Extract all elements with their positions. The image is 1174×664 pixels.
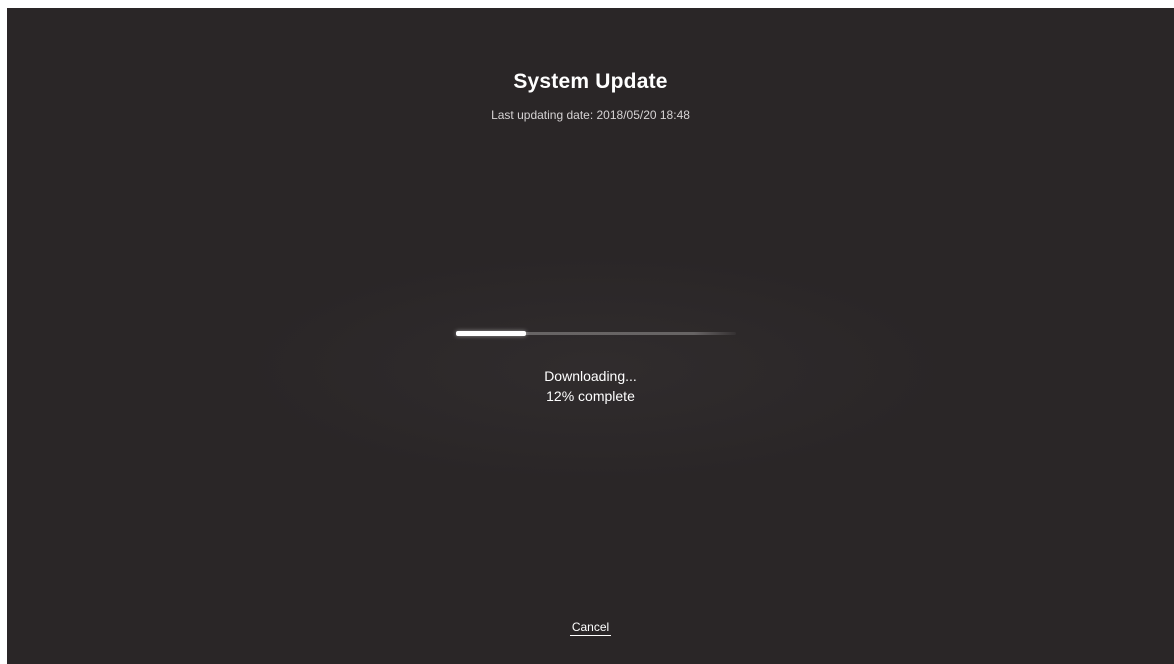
download-progress-bar — [456, 331, 736, 336]
cancel-button[interactable]: Cancel — [569, 620, 612, 636]
progress-fill — [456, 331, 526, 336]
downloading-status: Downloading... — [544, 368, 637, 384]
percent-complete: 12% complete — [546, 388, 635, 404]
page-title: System Update — [513, 70, 668, 93]
update-screen: System Update Last updating date: 2018/0… — [7, 8, 1174, 664]
last-updated-text: Last updating date: 2018/05/20 18:48 — [491, 108, 690, 122]
cancel-row: Cancel — [7, 618, 1174, 636]
status-block: Downloading... 12% complete — [7, 366, 1174, 406]
